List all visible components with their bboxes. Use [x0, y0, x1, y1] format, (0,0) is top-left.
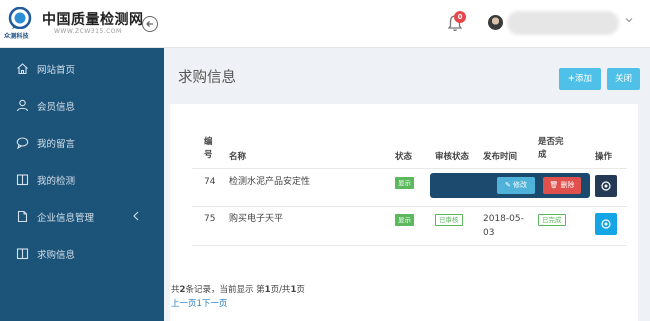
column-header-id-1: 编	[204, 137, 213, 147]
notification-badge: 0	[454, 11, 466, 23]
row-time-line2: 03	[483, 228, 495, 238]
site-url: WWW.ZCW315.COM	[54, 28, 122, 35]
arrow-left-icon	[146, 21, 153, 27]
table-divider	[192, 168, 627, 169]
sidebar-item-my-tests[interactable]: 我的检测	[0, 161, 164, 198]
logo-icon	[8, 7, 32, 29]
add-button[interactable]: +添加	[559, 68, 601, 90]
user-icon	[16, 99, 29, 112]
column-header-done-1: 是否完	[538, 137, 564, 147]
delete-button[interactable]: 🗑 删除	[543, 177, 581, 194]
column-header-ops: 操作	[595, 152, 613, 162]
sidebar-item-label: 网站首页	[37, 65, 76, 76]
column-header-time: 发布时间	[483, 152, 518, 162]
column-header-done-2: 成	[538, 150, 547, 160]
table-row-divider	[192, 245, 627, 246]
row-time-line1: 2018-05-	[483, 214, 524, 224]
row-settings-button[interactable]	[595, 213, 617, 235]
delete-button-label: 删除	[560, 181, 575, 189]
sidebar-item-label: 我的检测	[37, 176, 76, 187]
pager-text: 条记录，当前显示 第	[185, 285, 265, 295]
pager-summary: 共2条记录，当前显示 第1页/共1页	[171, 283, 305, 295]
row-name[interactable]: 购买电子天平	[229, 213, 283, 226]
row-settings-button[interactable]	[595, 175, 617, 197]
table-row-divider	[192, 206, 627, 207]
edit-icon: ✎	[504, 181, 511, 189]
book-icon	[16, 248, 29, 260]
close-button[interactable]: 关闭	[607, 68, 640, 90]
message-icon	[16, 137, 29, 149]
column-header-name: 名称	[229, 152, 247, 162]
sidebar-toggle-button[interactable]	[142, 16, 158, 32]
sidebar-item-home[interactable]: 网站首页	[0, 50, 164, 87]
home-icon	[17, 63, 28, 75]
sidebar-item-label: 求购信息	[37, 250, 76, 261]
book-icon	[16, 174, 29, 186]
pager-text: 共	[171, 285, 180, 295]
pager-text: 页/共	[270, 285, 291, 295]
row-name[interactable]: 检测水泥产品安定性	[229, 176, 310, 189]
column-header-status: 状态	[395, 152, 413, 162]
site-title[interactable]: 中国质量检测网	[42, 9, 144, 29]
user-name-blurred[interactable]	[507, 11, 619, 35]
sidebar-item-company[interactable]: 企业信息管理	[0, 198, 164, 235]
pagination-links[interactable]: 上一页1下一页	[171, 297, 227, 309]
edit-button-label: 修改	[513, 181, 528, 189]
add-button-label: 添加	[575, 74, 593, 84]
sidebar-item-label: 我的留言	[37, 139, 76, 150]
review-badge: 已审核	[435, 214, 463, 226]
sidebar-item-purchase[interactable]: 求购信息	[0, 235, 164, 272]
sidebar-item-label: 企业信息管理	[37, 213, 95, 224]
row-id: 74	[204, 177, 216, 187]
edit-button[interactable]: ✎ 修改	[497, 177, 535, 194]
column-header-id-2: 号	[204, 150, 213, 160]
gear-icon	[601, 181, 611, 191]
pager-text: 页	[296, 285, 305, 295]
chevron-down-icon[interactable]	[624, 15, 634, 25]
page-title: 求购信息	[178, 70, 236, 86]
done-badge: 已完成	[538, 214, 566, 226]
trash-icon: 🗑	[549, 181, 559, 189]
top-header: 众测科技 中国质量检测网 WWW.ZCW315.COM 0	[0, 0, 650, 48]
chevron-left-icon	[133, 211, 139, 221]
avatar[interactable]	[488, 15, 503, 30]
column-header-review: 审核状态	[435, 152, 470, 162]
sidebar-item-messages[interactable]: 我的留言	[0, 124, 164, 161]
sidebar-item-member[interactable]: 会员信息	[0, 87, 164, 124]
plus-icon: +	[567, 74, 576, 84]
document-icon	[17, 210, 28, 223]
gear-icon	[601, 219, 611, 229]
logo-subtitle: 众测科技	[4, 33, 29, 40]
status-badge: 显示	[395, 214, 414, 226]
sidebar: 网站首页 会员信息 我的留言 我的检测 企业信息管理 求购信息	[0, 48, 164, 321]
status-badge: 显示	[395, 177, 414, 189]
sidebar-item-label: 会员信息	[37, 102, 76, 113]
row-id: 75	[204, 214, 216, 224]
